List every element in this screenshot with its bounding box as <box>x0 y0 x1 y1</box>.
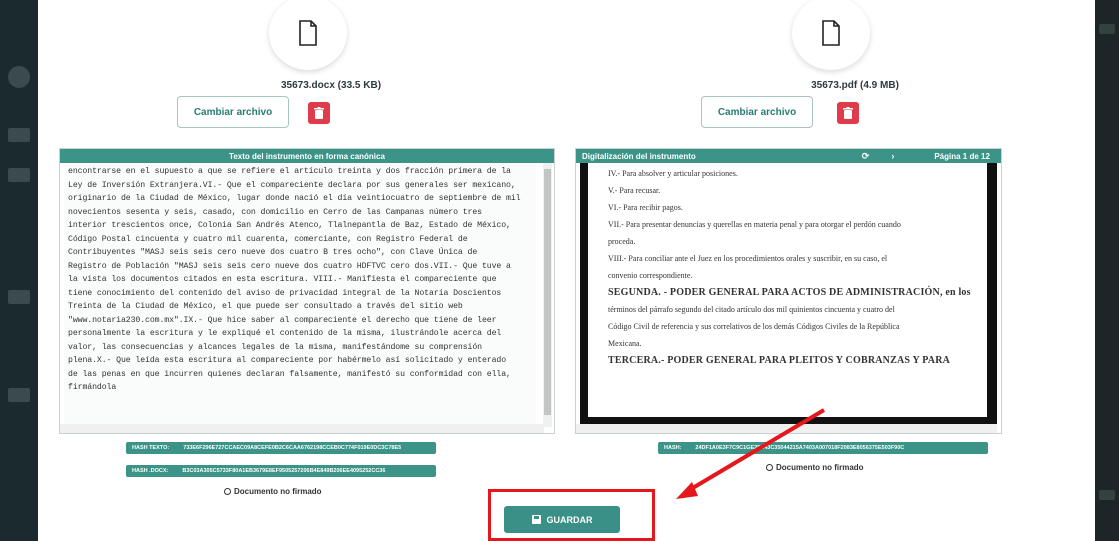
annotation-arrow <box>676 408 826 499</box>
